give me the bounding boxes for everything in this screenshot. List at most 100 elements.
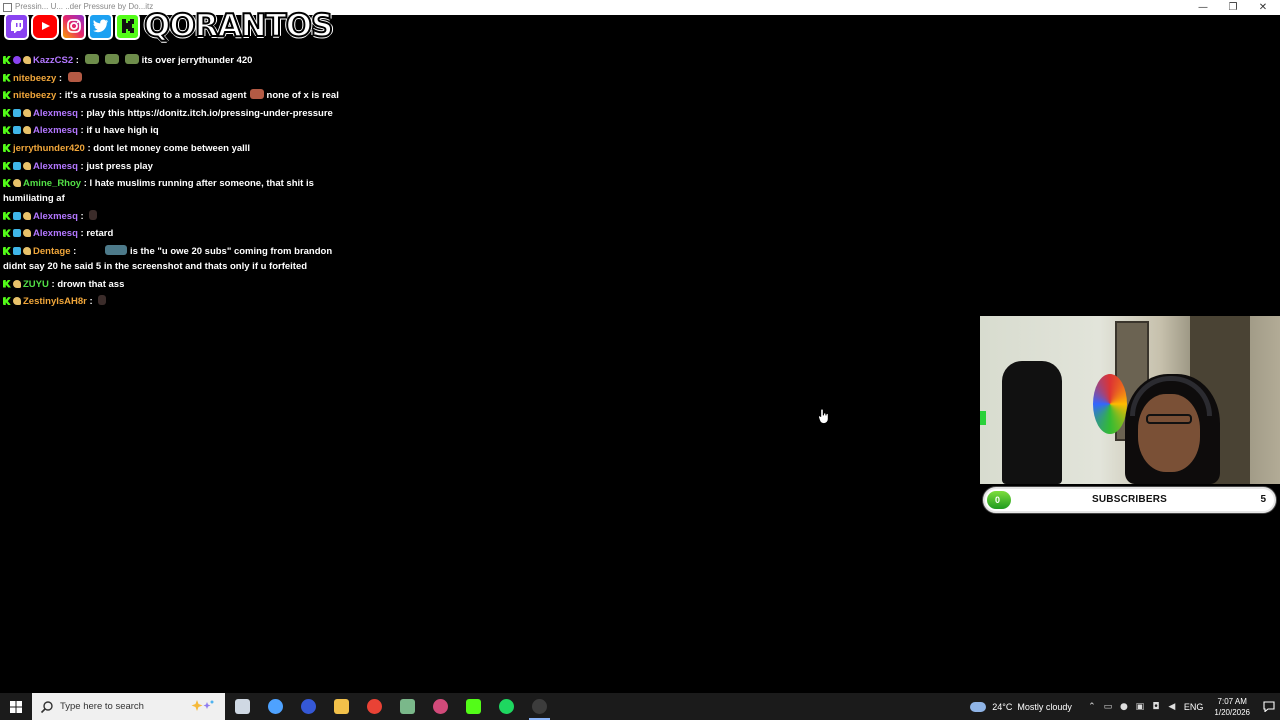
copilot-icon xyxy=(268,699,283,714)
hand-badge-icon xyxy=(23,211,31,220)
blue-badge-icon xyxy=(13,108,21,117)
chat-message-text: dont let money come between yalll xyxy=(93,142,251,154)
kick-badge-icon xyxy=(3,108,11,117)
taskbar-app-task-view[interactable] xyxy=(226,693,259,720)
minimize-button[interactable]: — xyxy=(1188,0,1218,15)
chat-username[interactable]: Alexmesq xyxy=(33,125,78,136)
chat-emote-icon xyxy=(98,295,107,306)
display-icon[interactable]: ▣ xyxy=(1132,702,1148,712)
hand-badge-icon xyxy=(23,108,31,117)
kick-icon xyxy=(115,12,140,40)
chat-message: jerrythunder420 : dont let money come be… xyxy=(3,141,355,156)
chevron-up-icon[interactable]: ⌃ xyxy=(1084,702,1100,712)
subscriber-label: SUBSCRIBERS xyxy=(1092,494,1167,505)
youtube-icon xyxy=(31,12,59,40)
chat-username[interactable]: Amine_Rhoy xyxy=(23,178,81,189)
chat-separator: : xyxy=(70,245,79,257)
chat-username[interactable]: ZestinyIsAH8r xyxy=(23,296,87,307)
twitch-icon xyxy=(4,12,29,40)
chat-username[interactable]: jerrythunder420 xyxy=(13,143,85,154)
chat-overlay: KazzCS2 : its over jerrythunder 420 niteb… xyxy=(3,53,355,312)
app-green-box-icon xyxy=(400,699,415,714)
chat-message: Amine_Rhoy : I hate muslims running afte… xyxy=(3,176,355,206)
kick-icon xyxy=(466,699,481,714)
chat-emote-icon xyxy=(89,209,98,220)
weather-condition[interactable]: Mostly cloudy xyxy=(1017,702,1072,712)
taskbar-app-app-green-box[interactable] xyxy=(391,693,424,720)
chat-message: Alexmesq : play this https://donitz.itch… xyxy=(3,106,355,121)
tablet-icon[interactable]: ▭ xyxy=(1100,702,1116,712)
task-view-icon xyxy=(235,699,250,714)
hand-badge-icon xyxy=(23,229,31,238)
windows-logo-icon xyxy=(10,700,22,713)
chat-message: nitebeezy : xyxy=(3,71,355,86)
chat-message-text: retard xyxy=(86,228,114,240)
chat-emote-icon xyxy=(84,54,99,64)
blue-badge-icon xyxy=(13,229,21,238)
taskbar-app-kick[interactable] xyxy=(457,693,490,720)
hand-badge-icon xyxy=(13,179,21,188)
maximize-button[interactable]: ❐ xyxy=(1218,0,1248,15)
chrome-icon xyxy=(367,699,382,714)
chat-separator: : xyxy=(81,178,90,190)
taskbar-app-obs[interactable] xyxy=(523,693,556,720)
chat-separator: : xyxy=(84,142,94,154)
chat-username[interactable]: nitebeezy xyxy=(13,90,56,101)
hand-badge-icon xyxy=(23,56,31,64)
kick-badge-icon xyxy=(3,279,11,288)
blue-badge-icon xyxy=(13,211,21,220)
kick-badge-icon xyxy=(3,161,11,170)
chat-username[interactable]: Dentage xyxy=(33,246,70,257)
kick-badge-icon xyxy=(3,126,11,135)
start-button[interactable] xyxy=(0,693,32,720)
taskbar-app-copilot[interactable] xyxy=(259,693,292,720)
volume-icon[interactable]: ◀ xyxy=(1164,702,1180,712)
taskbar-app-discord-like[interactable] xyxy=(424,693,457,720)
taskbar-app-app-blue-circle[interactable] xyxy=(292,693,325,720)
taskbar-search-box[interactable]: Type here to search xyxy=(32,693,225,720)
network-icon[interactable]: ◘ xyxy=(1148,702,1164,712)
chat-emote-icon xyxy=(67,71,82,82)
weather-cloud-icon[interactable] xyxy=(970,701,987,712)
webcam-green-light xyxy=(980,411,986,425)
app-blue-circle-icon xyxy=(301,699,316,714)
notification-icon[interactable] xyxy=(1258,693,1280,720)
chat-username[interactable]: KazzCS2 xyxy=(33,55,73,66)
chat-emote-icon xyxy=(104,54,119,64)
chat-username[interactable]: ZUYU xyxy=(23,279,49,290)
blue-badge-icon xyxy=(13,161,21,170)
taskbar-app-chrome[interactable] xyxy=(358,693,391,720)
subscriber-goal-count: 5 xyxy=(1260,494,1266,505)
chat-separator: : xyxy=(73,55,82,66)
taskbar-app-file-explorer[interactable] xyxy=(325,693,358,720)
chat-username[interactable]: nitebeezy xyxy=(13,73,56,84)
chat-username[interactable]: Alexmesq xyxy=(33,228,78,239)
chat-message-text: drown that ass xyxy=(57,278,125,290)
overlay-logo-strip: QORANTOS xyxy=(4,5,334,47)
chat-emote-icon xyxy=(124,54,139,64)
chat-message: ZUYU : drown that ass xyxy=(3,277,355,292)
search-placeholder: Type here to search xyxy=(60,701,144,712)
chat-username[interactable]: Alexmesq xyxy=(33,108,78,119)
chat-separator: : xyxy=(77,210,87,222)
chat-message-text: if u have high iq xyxy=(86,125,159,137)
search-icon xyxy=(40,700,53,713)
webcam-feed xyxy=(980,316,1280,484)
taskbar-app-spotify[interactable] xyxy=(490,693,523,720)
close-button[interactable]: ✕ xyxy=(1248,0,1278,15)
weather-temperature[interactable]: 24°C xyxy=(992,702,1012,712)
discord-like-icon xyxy=(433,699,448,714)
chat-message: KazzCS2 : its over jerrythunder 420 xyxy=(3,53,355,68)
chat-emote-icon xyxy=(249,89,264,100)
chat-message-text: its over jerrythunder 420 xyxy=(141,55,253,66)
chat-username[interactable]: Alexmesq xyxy=(33,211,78,222)
chat-message-text: just press play xyxy=(86,160,153,172)
chat-username[interactable]: Alexmesq xyxy=(33,161,78,172)
language-indicator[interactable]: ENG xyxy=(1184,702,1204,712)
system-clock[interactable]: 7:07 AM 1/20/2026 xyxy=(1214,696,1250,718)
clock-date: 1/20/2026 xyxy=(1214,707,1250,717)
chat-message: Alexmesq : just press play xyxy=(3,159,355,174)
microphone-icon[interactable]: ● xyxy=(1116,702,1132,712)
streamer-logo-text: QORANTOS xyxy=(143,7,334,45)
kick-badge-icon xyxy=(3,73,11,82)
